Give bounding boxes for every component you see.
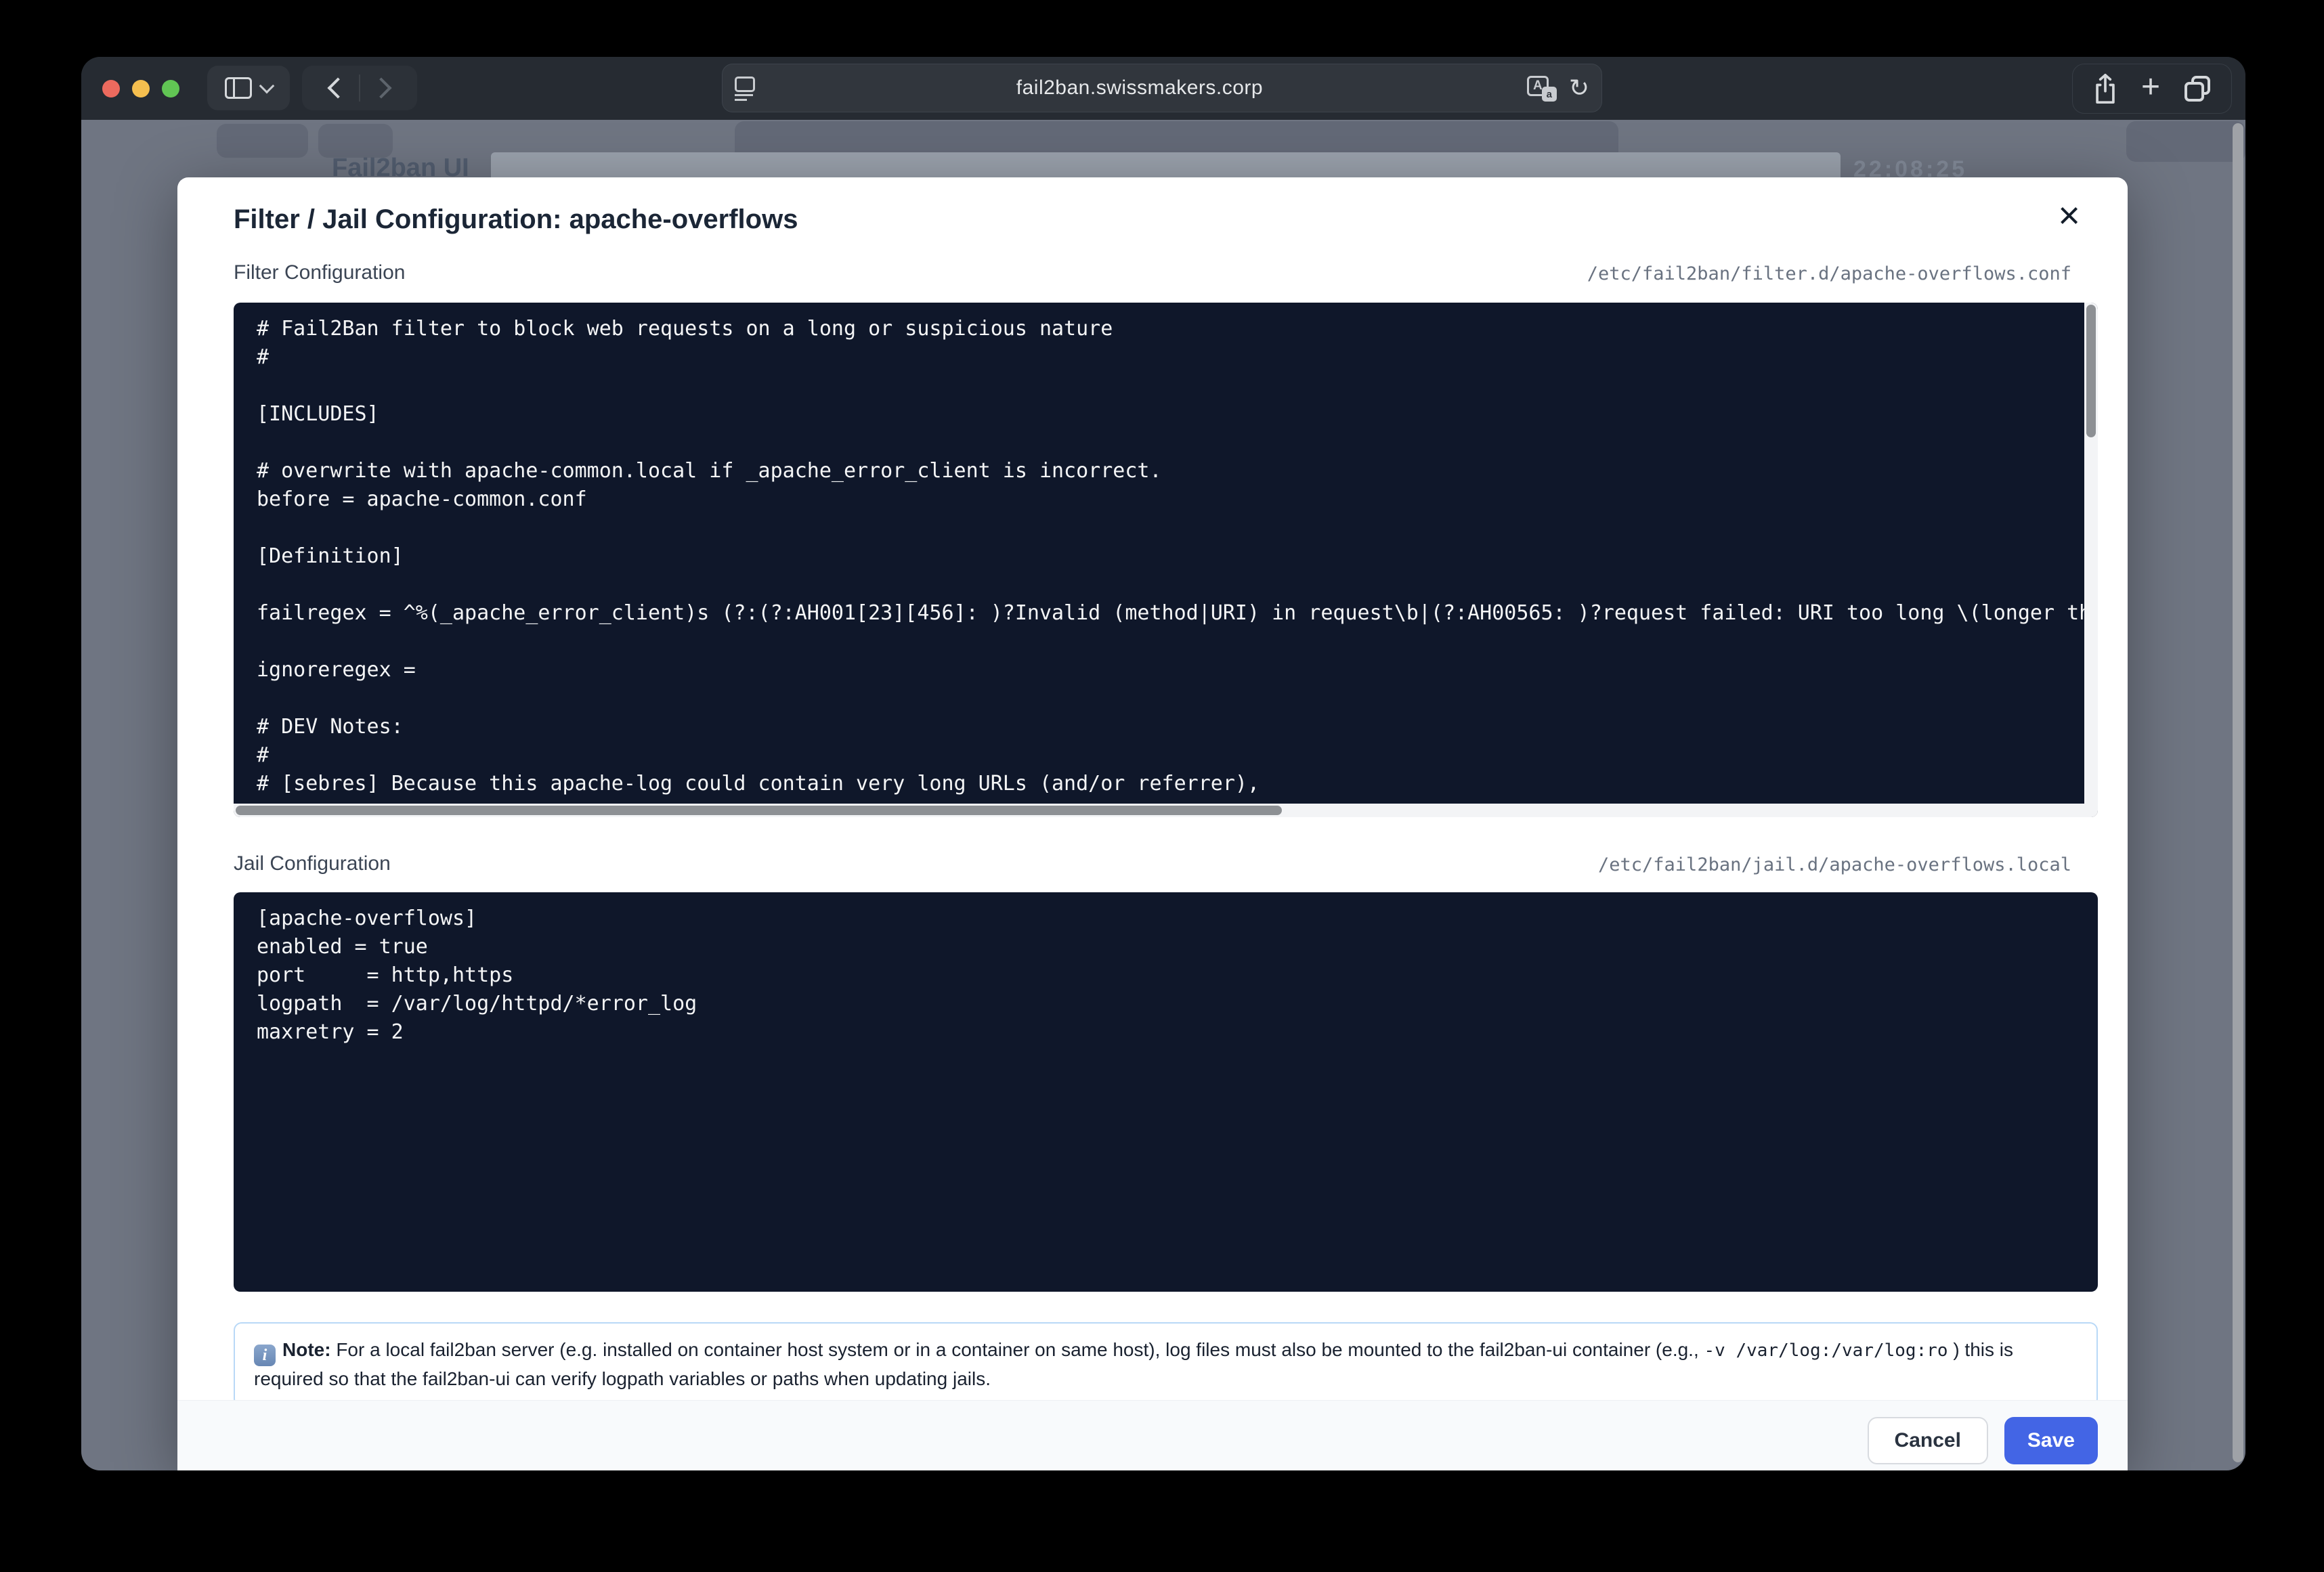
vertical-scrollbar[interactable] — [2084, 303, 2098, 804]
jail-config-editor[interactable]: [apache-overflows] enabled = true port =… — [234, 892, 2098, 1292]
tab-overview-icon[interactable] — [2181, 72, 2214, 105]
filter-config-editor[interactable]: # Fail2Ban filter to block web requests … — [234, 303, 2098, 817]
filter-config-path: /etc/fail2ban/filter.d/apache-overflows.… — [1587, 263, 2071, 284]
screen: fail2ban.swissmakers.corp A a ↻ + — [0, 0, 2324, 1572]
traffic-lights — [102, 57, 179, 120]
divider — [359, 74, 360, 102]
translate-icon[interactable]: A a — [1527, 74, 1557, 102]
address-bar[interactable]: fail2ban.swissmakers.corp A a ↻ — [722, 64, 1602, 112]
jail-config-label: Jail Configuration — [234, 852, 391, 875]
dimmed-page-background: Fail2ban UI 22:08:25 Filter / Jail Confi… — [81, 120, 2245, 1470]
history-nav — [302, 66, 417, 110]
cancel-button[interactable]: Cancel — [1868, 1417, 1988, 1464]
note-box: i Note: For a local fail2ban server (e.g.… — [234, 1322, 2098, 1407]
filter-jail-config-modal: Filter / Jail Configuration: apache-over… — [177, 177, 2128, 1470]
close-icon[interactable]: × — [2058, 195, 2080, 236]
modal-title: Filter / Jail Configuration: apache-over… — [234, 204, 798, 235]
filter-config-code[interactable]: # Fail2Ban filter to block web requests … — [234, 303, 2098, 817]
forward-button[interactable] — [370, 77, 391, 98]
browser-window: fail2ban.swissmakers.corp A a ↻ + — [81, 57, 2245, 1470]
sidebar-icon — [225, 77, 252, 99]
url-text[interactable]: fail2ban.swissmakers.corp — [752, 77, 1527, 100]
close-window-button[interactable] — [102, 80, 120, 97]
dim-card — [217, 124, 308, 158]
scrollbar-corner — [2084, 804, 2098, 817]
horizontal-scrollbar[interactable] — [234, 804, 2084, 817]
jail-config-path: /etc/fail2ban/jail.d/apache-overflows.lo… — [1598, 854, 2071, 875]
dim-card — [318, 124, 393, 158]
page-scrollbar-thumb[interactable] — [2233, 123, 2243, 1462]
sidebar-toggle-button[interactable] — [207, 66, 290, 110]
note-text-1: For a local fail2ban server (e.g. instal… — [331, 1339, 1704, 1360]
vertical-scrollbar-thumb[interactable] — [2086, 305, 2096, 437]
reload-icon[interactable]: ↻ — [1569, 76, 1589, 100]
page-format-icon[interactable] — [735, 77, 752, 100]
browser-toolbar: fail2ban.swissmakers.corp A a ↻ + — [81, 57, 2245, 120]
minimize-window-button[interactable] — [132, 80, 150, 97]
dim-card — [2126, 121, 2245, 162]
info-icon: i — [254, 1345, 276, 1366]
note-label: Note: — [282, 1339, 331, 1360]
modal-footer: Cancel Save — [177, 1400, 2128, 1470]
zoom-window-button[interactable] — [162, 80, 179, 97]
note-code: -v /var/log:/var/log:ro — [1704, 1340, 1948, 1361]
filter-config-label: Filter Configuration — [234, 261, 405, 284]
toolbar-right-cluster: + — [2072, 64, 2232, 114]
save-button[interactable]: Save — [2004, 1417, 2098, 1464]
jail-config-code[interactable]: [apache-overflows] enabled = true port =… — [234, 892, 2098, 1059]
chevron-down-icon — [259, 79, 275, 94]
new-tab-icon[interactable]: + — [2141, 71, 2160, 104]
back-button[interactable] — [327, 77, 348, 98]
horizontal-scrollbar-thumb[interactable] — [236, 806, 1282, 815]
share-icon[interactable] — [2090, 71, 2120, 106]
